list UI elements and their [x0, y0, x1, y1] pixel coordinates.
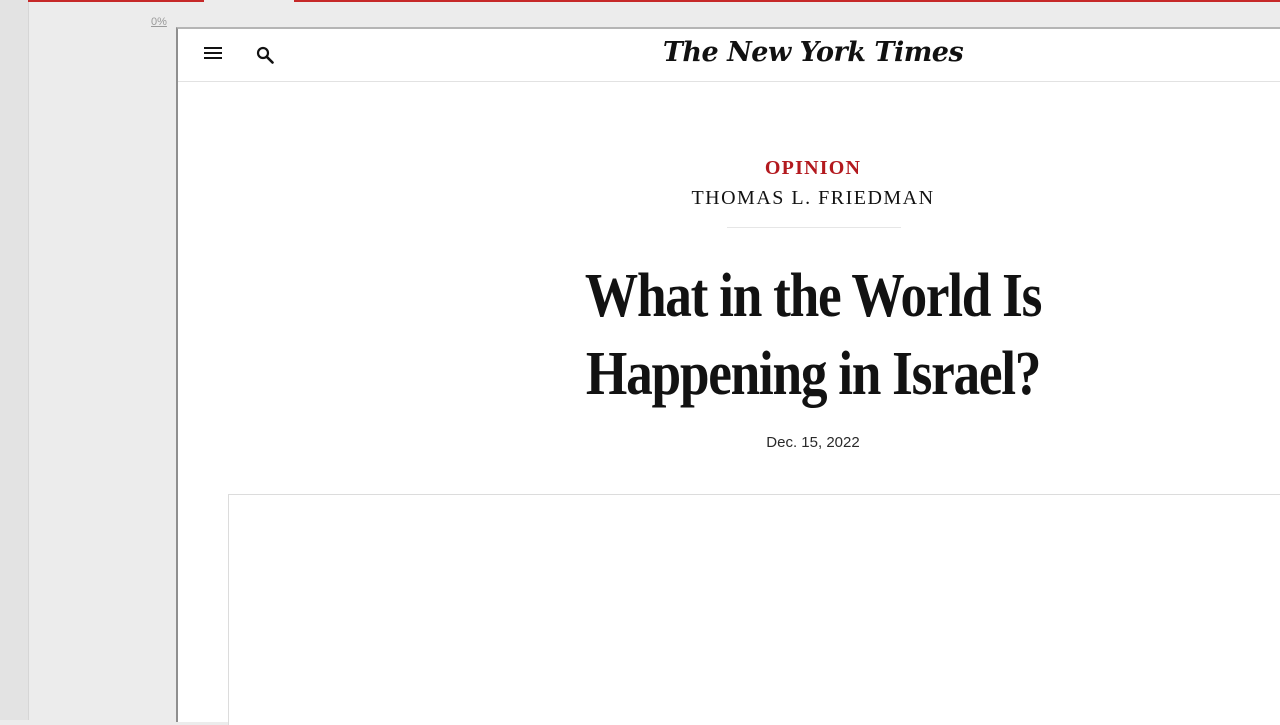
article-headline: What in the World Is Happening in Israel… — [584, 262, 1042, 408]
author-byline[interactable]: THOMAS L. FRIEDMAN — [178, 187, 1280, 210]
article-page: The New York Times OPINION THOMAS L. FRI… — [176, 27, 1280, 725]
video-frame — [228, 494, 1280, 725]
section-label[interactable]: OPINION — [178, 157, 1280, 180]
byline-divider — [727, 227, 901, 228]
sidebar-strip — [0, 0, 29, 720]
progress-label: 0% — [151, 16, 167, 28]
top-progress-gap — [204, 0, 294, 2]
nyt-logo[interactable]: The New York Times — [178, 37, 1280, 68]
publish-date: Dec. 15, 2022 — [766, 434, 860, 451]
site-header: The New York Times — [178, 29, 1280, 82]
